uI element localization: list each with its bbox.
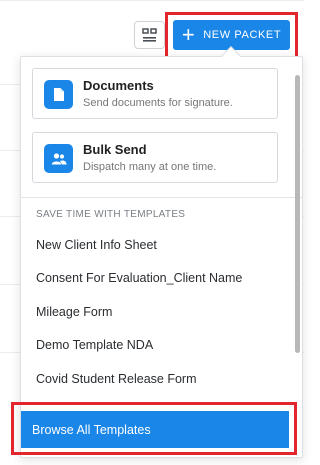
documents-title: Documents — [83, 78, 154, 93]
screen: + NEW PACKET Documents Send documents fo… — [0, 0, 304, 465]
documents-option[interactable]: Documents Send documents for signature. — [32, 68, 278, 119]
template-item[interactable]: New Client Info Sheet — [36, 238, 157, 252]
document-icon — [44, 80, 73, 109]
people-icon — [44, 144, 73, 173]
new-packet-label: NEW PACKET — [203, 29, 282, 41]
browse-all-templates-button[interactable]: Browse All Templates — [21, 411, 289, 448]
section-divider — [21, 197, 302, 198]
bulk-send-option[interactable]: Bulk Send Dispatch many at one time. — [32, 132, 278, 183]
grid-list-icon — [141, 28, 157, 42]
plus-icon: + — [181, 22, 196, 47]
template-item[interactable]: Demo Template NDA — [36, 338, 153, 352]
template-item[interactable]: Mileage Form — [36, 305, 112, 319]
templates-section-label: SAVE TIME WITH TEMPLATES — [36, 209, 186, 220]
new-packet-dropdown: Documents Send documents for signature. … — [20, 56, 303, 458]
dropdown-scrollbar[interactable] — [295, 75, 300, 353]
view-toggle-button[interactable] — [134, 21, 165, 49]
bulk-send-title: Bulk Send — [83, 142, 147, 157]
background-divider — [0, 0, 304, 1]
template-item[interactable]: Consent For Evaluation_Client Name — [36, 271, 242, 285]
bulk-send-subtitle: Dispatch many at one time. — [83, 161, 217, 173]
new-packet-button[interactable]: + NEW PACKET — [173, 20, 290, 50]
template-item[interactable]: Covid Student Release Form — [36, 372, 197, 386]
documents-subtitle: Send documents for signature. — [83, 97, 233, 109]
